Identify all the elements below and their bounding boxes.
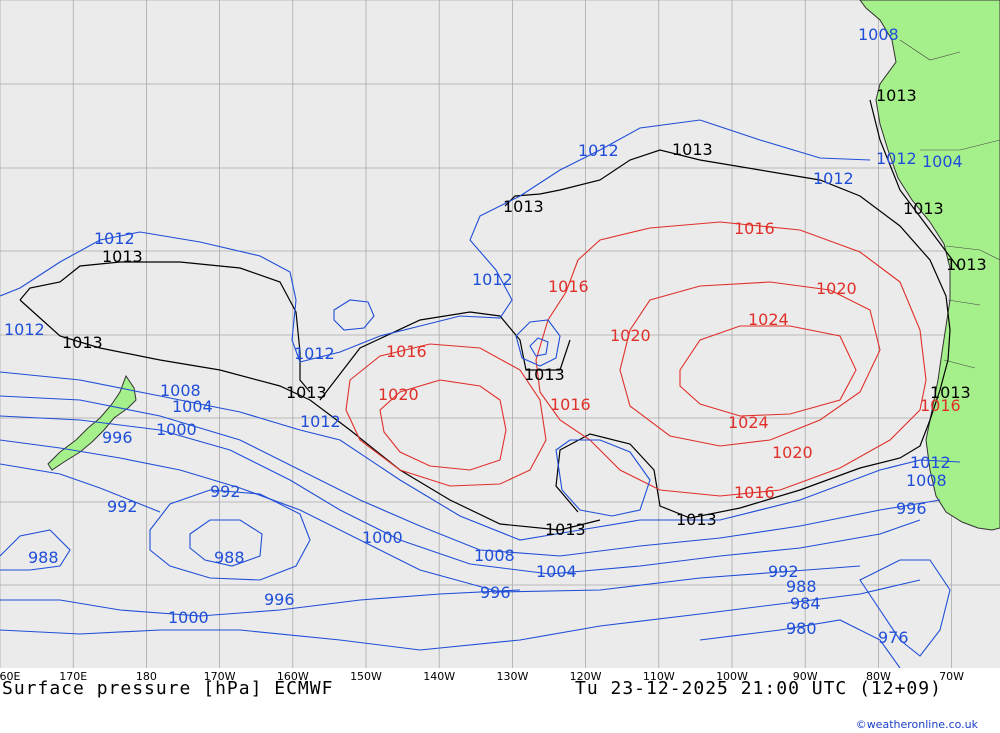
isobar-label-low: 996 [102,428,133,447]
isobar-label-ref: 1013 [286,383,327,402]
isobar-label-low: 1004 [172,397,213,416]
isobars-high [345,221,927,497]
isobar-label-low: 1008 [858,25,899,44]
map-caption-valid-time: Tu 23-12-2025 21:00 UTC (12+09) [575,678,942,699]
isobar-label-low: 1008 [906,471,947,490]
isobar-label-high: 1024 [728,413,769,432]
isobar-label-low: 1012 [910,453,951,472]
isobar-label-low: 1000 [362,528,403,547]
isobar-label-ref: 1013 [524,365,565,384]
pressure-map: 1013 1013 1013 1013 1013 1013 1013 1013 … [0,0,1000,668]
isobar-label-low: 976 [878,628,909,647]
isobar-label-low: 996 [480,583,511,602]
isobar-label-ref: 1013 [676,510,717,529]
isobar-label-low: 996 [896,499,927,518]
isobars-1013 [19,99,961,531]
isobar-label-low: 1012 [94,229,135,248]
isobar-label-high: 1016 [548,277,589,296]
isobar-label-low: 1012 [300,412,341,431]
map-caption-title: Surface pressure [hPa] ECMWF [2,678,334,699]
land-new-zealand [47,374,137,471]
isobar-label-low: 1012 [4,320,45,339]
isobar-label-low: 988 [214,548,245,567]
isobar-label-low: 1012 [813,169,854,188]
isobar-label-low: 980 [786,619,817,638]
isobar-label-low: 1008 [474,546,515,565]
isobar-label-ref: 1013 [946,255,987,274]
map-footer: 60E 170E 180 170W 160W 150W 140W 130W 120W 110W 10… [0,668,1000,733]
source-credit-link[interactable]: ©weatheronline.co.uk [856,718,978,731]
isobar-label-high: 1020 [378,385,419,404]
longitude-tick-label: 140W [423,670,456,683]
isobar-label-high: 1020 [816,279,857,298]
isobar-label-low: 992 [210,482,241,501]
isobar-label-low: 992 [107,497,138,516]
isobar-label-high: 1020 [610,326,651,345]
longitude-tick-label: 130W [496,670,529,683]
isobar-label-low: 1004 [536,562,577,581]
isobar-label-low: 1012 [876,149,917,168]
isobar-label-low: 1012 [578,141,619,160]
map-canvas: 1013 1013 1013 1013 1013 1013 1013 1013 … [0,0,1000,668]
isobar-label-low: 988 [28,548,59,567]
isobar-label-low: 1000 [156,420,197,439]
isobar-label-low: 1012 [472,270,513,289]
isobar-label-low: 1000 [168,608,209,627]
isobar-label-high: 1020 [772,443,813,462]
isobar-label-high: 1016 [920,396,961,415]
isobar-label-ref: 1013 [672,140,713,159]
isobar-label-high: 1016 [734,483,775,502]
isobar-label-high: 1016 [550,395,591,414]
isobar-label-high: 1016 [386,342,427,361]
isobar-label-ref: 1013 [903,199,944,218]
isobar-label-high: 1024 [748,310,789,329]
isobar-label-ref: 1013 [545,520,586,539]
isobar-label-ref: 1013 [876,86,917,105]
isobar-label-low: 1004 [922,152,963,171]
isobar-label-ref: 1013 [102,247,143,266]
isobar-label-low: 984 [790,594,821,613]
isobar-label-low: 996 [264,590,295,609]
isobar-label-low: 1012 [294,344,335,363]
longitude-tick-label: 150W [350,670,382,683]
longitude-tick-label: 70W [939,670,965,683]
isobar-label-high: 1016 [734,219,775,238]
isobar-label-ref: 1013 [503,197,544,216]
isobar-label-ref: 1013 [62,333,103,352]
